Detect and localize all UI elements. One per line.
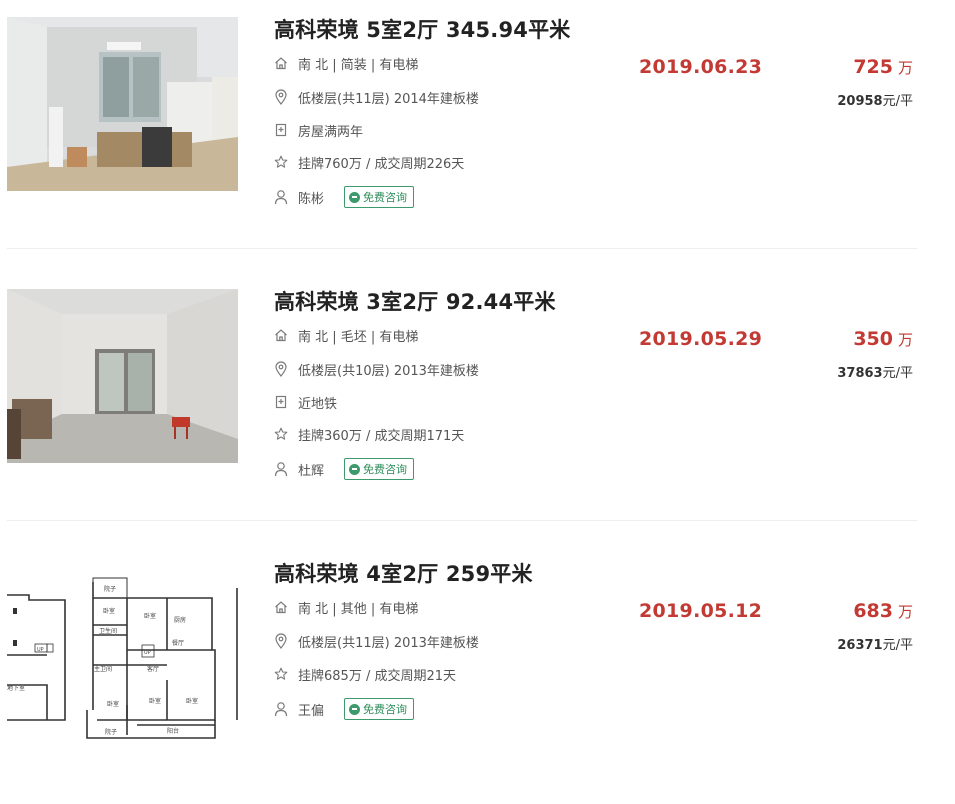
floor-info-row: 低楼层(共11层) 2013年建板楼 <box>274 632 479 651</box>
total-price-unit: 万 <box>897 331 913 349</box>
unit-price-suffix: 元/平 <box>882 638 913 653</box>
deal-info-row: 挂牌685万 / 成交周期21天 <box>274 665 456 684</box>
star-icon <box>274 154 288 170</box>
total-price: 350 万 <box>853 328 913 350</box>
listing-item[interactable]: 高科荣境 5室2厅 345.94平米 南 北 | 简装 | 有电梯 低楼层(共1… <box>0 0 955 260</box>
deal-info-text: 挂牌760万 / 成交周期226天 <box>298 156 465 172</box>
total-price-value: 725 <box>853 56 893 78</box>
shield-tag-icon <box>274 122 288 138</box>
tag-row: 房屋满两年 <box>274 121 364 140</box>
star-icon <box>274 666 288 682</box>
unit-price: 26371元/平 <box>837 634 913 653</box>
floor-plan-label: 院子 <box>105 728 117 736</box>
unit-price-value: 20958 <box>837 94 883 109</box>
agent-row: 杜辉 免费咨询 <box>274 458 415 480</box>
listing-title[interactable]: 高科荣境 5室2厅 345.94平米 <box>274 14 570 44</box>
total-price: 683 万 <box>853 600 913 622</box>
free-consult-button[interactable]: 免费咨询 <box>344 458 415 480</box>
chat-bubble-icon <box>349 463 361 475</box>
floor-info-text: 低楼层(共10层) 2013年建板楼 <box>298 363 479 379</box>
floor-info-row: 低楼层(共10层) 2013年建板楼 <box>274 360 479 379</box>
floor-plan-label: 卧室 <box>149 697 161 705</box>
total-price-unit: 万 <box>897 59 913 77</box>
listing-item[interactable]: 院子 卧室 卧室 厨房 卫生间 餐厅 UP UP 客厅 主卫间 地下室 卧室 卧… <box>0 544 955 804</box>
house-info-row: 南 北 | 毛坯 | 有电梯 <box>274 326 419 345</box>
tag-row: 近地铁 <box>274 393 338 412</box>
floor-plan-label: 客厅 <box>147 665 159 673</box>
deal-info-row: 挂牌760万 / 成交周期226天 <box>274 153 465 172</box>
free-consult-label: 免费咨询 <box>363 703 408 716</box>
floor-plan-label: 卧室 <box>144 612 156 620</box>
agent-name[interactable]: 杜辉 <box>298 460 324 479</box>
listing-item[interactable]: 高科荣境 3室2厅 92.44平米 南 北 | 毛坯 | 有电梯 低楼层(共10… <box>0 272 955 532</box>
floor-plan-label: 卧室 <box>107 700 119 708</box>
house-icon <box>274 599 288 615</box>
house-info-text: 南 北 | 其他 | 有电梯 <box>298 601 419 617</box>
agent-row: 王偏 免费咨询 <box>274 698 415 720</box>
free-consult-label: 免费咨询 <box>363 463 408 476</box>
location-pin-icon <box>274 89 288 105</box>
floor-plan-image[interactable]: 院子 卧室 卧室 厨房 卫生间 餐厅 UP UP 客厅 主卫间 地下室 卧室 卧… <box>7 560 240 747</box>
user-icon <box>274 701 288 717</box>
agent-row: 陈彬 免费咨询 <box>274 186 415 208</box>
floor-plan-label: UP <box>37 647 44 653</box>
house-info-row: 南 北 | 简装 | 有电梯 <box>274 54 419 73</box>
deal-date: 2019.06.23 <box>639 56 763 78</box>
floor-info-text: 低楼层(共11层) 2013年建板楼 <box>298 635 479 651</box>
listing-photo[interactable] <box>7 17 238 191</box>
star-icon <box>274 426 288 442</box>
total-price: 725 万 <box>853 56 913 78</box>
house-info-text: 南 北 | 毛坯 | 有电梯 <box>298 329 419 345</box>
total-price-value: 683 <box>853 600 893 622</box>
deal-info-row: 挂牌360万 / 成交周期171天 <box>274 425 465 444</box>
floor-plan-label: 卧室 <box>103 607 115 615</box>
deal-date: 2019.05.29 <box>639 328 763 350</box>
floor-plan-label: 厨房 <box>174 616 186 624</box>
house-info-row: 南 北 | 其他 | 有电梯 <box>274 598 419 617</box>
free-consult-label: 免费咨询 <box>363 191 408 204</box>
floor-plan-label: 餐厅 <box>172 639 184 647</box>
house-icon <box>274 327 288 343</box>
house-icon <box>274 55 288 71</box>
unit-price-suffix: 元/平 <box>882 94 913 109</box>
floor-plan-label: 卧室 <box>186 697 198 705</box>
unit-price: 20958元/平 <box>837 90 913 109</box>
floor-plan-label: UP <box>144 650 151 656</box>
user-icon <box>274 189 288 205</box>
floor-plan-label: 地下室 <box>7 684 25 692</box>
divider <box>7 248 917 249</box>
divider <box>7 520 917 521</box>
unit-price-value: 37863 <box>837 366 883 381</box>
floor-plan-label: 院子 <box>104 585 116 593</box>
deal-date: 2019.05.12 <box>639 600 763 622</box>
floor-info-row: 低楼层(共11层) 2014年建板楼 <box>274 88 479 107</box>
unit-price-suffix: 元/平 <box>882 366 913 381</box>
tag-text: 近地铁 <box>298 396 338 412</box>
shield-tag-icon <box>274 394 288 410</box>
free-consult-button[interactable]: 免费咨询 <box>344 186 415 208</box>
agent-name[interactable]: 王偏 <box>298 700 324 719</box>
unit-price: 37863元/平 <box>837 362 913 381</box>
listing-photo[interactable] <box>7 289 238 463</box>
deal-info-text: 挂牌685万 / 成交周期21天 <box>298 668 456 684</box>
chat-bubble-icon <box>349 703 361 715</box>
unit-price-value: 26371 <box>837 638 883 653</box>
listing-title[interactable]: 高科荣境 4室2厅 259平米 <box>274 558 533 588</box>
floor-plan-label: 卫生间 <box>99 627 117 635</box>
listing-title[interactable]: 高科荣境 3室2厅 92.44平米 <box>274 286 556 316</box>
total-price-value: 350 <box>853 328 893 350</box>
total-price-unit: 万 <box>897 603 913 621</box>
floor-plan-label: 主卫间 <box>94 665 112 673</box>
chat-bubble-icon <box>349 191 361 203</box>
house-info-text: 南 北 | 简装 | 有电梯 <box>298 57 419 73</box>
tag-text: 房屋满两年 <box>298 124 364 140</box>
user-icon <box>274 461 288 477</box>
agent-name[interactable]: 陈彬 <box>298 188 324 207</box>
free-consult-button[interactable]: 免费咨询 <box>344 698 415 720</box>
location-pin-icon <box>274 633 288 649</box>
floor-info-text: 低楼层(共11层) 2014年建板楼 <box>298 91 479 107</box>
deal-info-text: 挂牌360万 / 成交周期171天 <box>298 428 465 444</box>
floor-plan-label: 阳台 <box>167 727 179 735</box>
location-pin-icon <box>274 361 288 377</box>
